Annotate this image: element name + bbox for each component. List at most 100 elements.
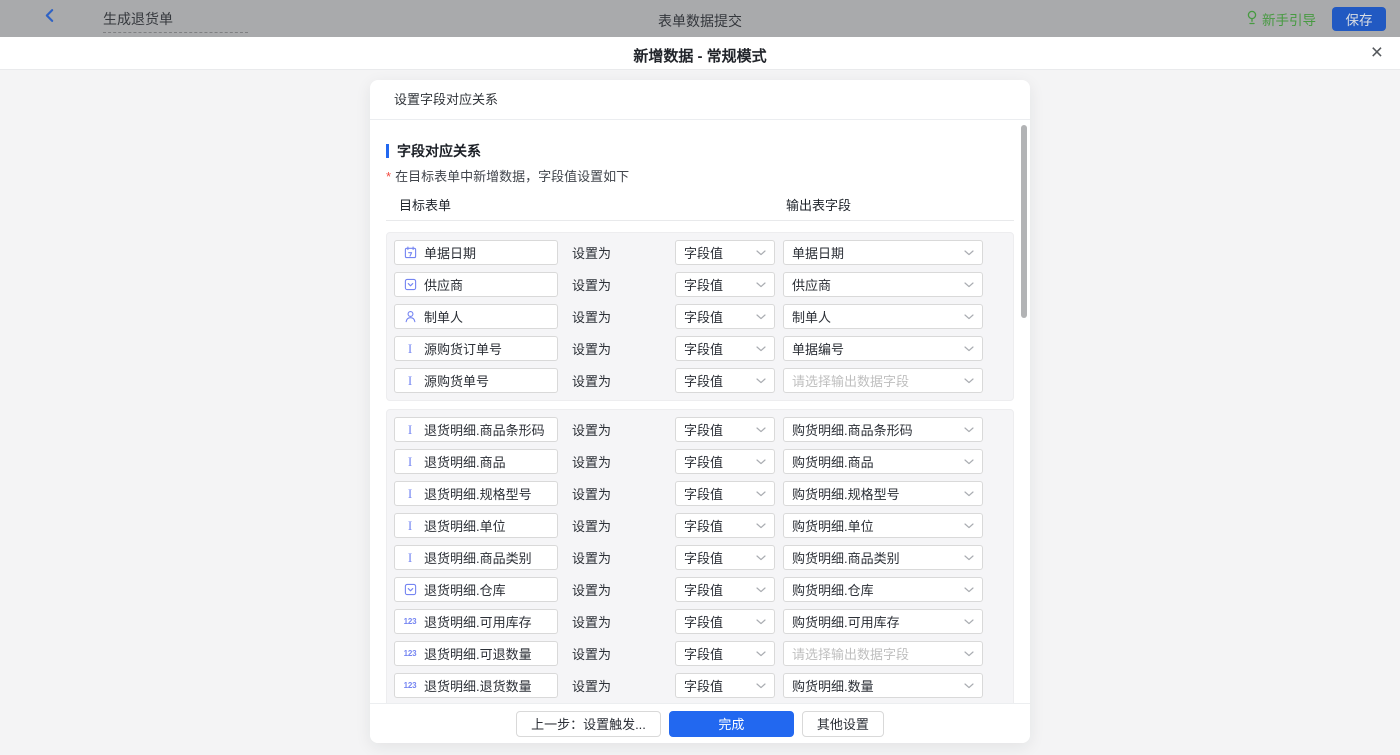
output-field-select[interactable]: 购货明细.规格型号 bbox=[783, 481, 983, 506]
set-as-label: 设置为 bbox=[572, 676, 614, 695]
target-field-label: 源购货订单号 bbox=[424, 339, 502, 358]
chevron-down-icon bbox=[756, 459, 766, 465]
value-type-select[interactable]: 字段值 bbox=[675, 304, 775, 329]
close-icon[interactable]: × bbox=[1371, 40, 1383, 66]
user-icon bbox=[403, 310, 417, 323]
output-field-select[interactable]: 购货明细.可用库存 bbox=[783, 609, 983, 634]
text-icon: I bbox=[403, 342, 417, 355]
output-field-value: 购货明细.单位 bbox=[792, 516, 874, 535]
output-field-select[interactable]: 供应商 bbox=[783, 272, 983, 297]
value-type-select[interactable]: 字段值 bbox=[675, 272, 775, 297]
set-as-label: 设置为 bbox=[572, 548, 614, 567]
output-field-select[interactable]: 购货明细.商品类别 bbox=[783, 545, 983, 570]
chevron-down-icon bbox=[964, 378, 974, 384]
output-field-select[interactable]: 购货明细.仓库 bbox=[783, 577, 983, 602]
value-type-select[interactable]: 字段值 bbox=[675, 240, 775, 265]
set-as-label: 设置为 bbox=[572, 243, 614, 262]
mapping-row: I退货明细.商品条形码设置为字段值购货明细.商品条形码 bbox=[394, 417, 1006, 442]
output-field-select[interactable]: 购货明细.单位 bbox=[783, 513, 983, 538]
chevron-down-icon bbox=[964, 555, 974, 561]
text-icon: I bbox=[403, 455, 417, 468]
value-type-select[interactable]: 字段值 bbox=[675, 449, 775, 474]
value-type-select[interactable]: 字段值 bbox=[675, 336, 775, 361]
value-type-label: 字段值 bbox=[684, 548, 723, 567]
value-type-label: 字段值 bbox=[684, 452, 723, 471]
number-icon: 123 bbox=[403, 649, 417, 658]
beginner-guide-link[interactable]: 新手引导 bbox=[1246, 9, 1316, 29]
chevron-down-icon bbox=[964, 523, 974, 529]
target-field-box: I退货明细.商品 bbox=[394, 449, 558, 474]
chevron-down-icon bbox=[756, 651, 766, 657]
value-type-select[interactable]: 字段值 bbox=[675, 577, 775, 602]
output-field-select[interactable]: 单据编号 bbox=[783, 336, 983, 361]
value-type-label: 字段值 bbox=[684, 243, 723, 262]
column-header-target: 目标表单 bbox=[399, 195, 786, 214]
target-field-label: 退货明细.可用库存 bbox=[424, 612, 532, 631]
output-field-select[interactable]: 请选择输出数据字段 bbox=[783, 641, 983, 666]
value-type-select[interactable]: 字段值 bbox=[675, 641, 775, 666]
target-field-box: 123退货明细.可用库存 bbox=[394, 609, 558, 634]
value-type-select[interactable]: 字段值 bbox=[675, 481, 775, 506]
value-type-select[interactable]: 字段值 bbox=[675, 609, 775, 634]
value-type-label: 字段值 bbox=[684, 484, 723, 503]
mapping-row: 123退货明细.可退数量设置为字段值请选择输出数据字段 bbox=[394, 641, 1006, 666]
target-field-box: I 退货明细.规格型号 bbox=[394, 481, 558, 506]
output-field-value: 供应商 bbox=[792, 275, 831, 294]
chevron-down-icon bbox=[756, 555, 766, 561]
value-type-select[interactable]: 字段值 bbox=[675, 545, 775, 570]
output-field-select[interactable]: 购货明细.商品 bbox=[783, 449, 983, 474]
chevron-down-icon bbox=[964, 346, 974, 352]
output-field-value: 制单人 bbox=[792, 307, 831, 326]
chevron-down-icon bbox=[964, 587, 974, 593]
chevron-down-icon bbox=[756, 346, 766, 352]
mapping-row: 制单人设置为字段值制单人 bbox=[394, 304, 1006, 329]
field-group: 单据日期设置为字段值单据日期供应商设置为字段值供应商制单人设置为字段值制单人I源… bbox=[386, 232, 1014, 401]
column-headers: 目标表单 输出表字段 bbox=[386, 195, 1014, 214]
chevron-down-icon bbox=[964, 282, 974, 288]
mapping-row: 单据日期设置为字段值单据日期 bbox=[394, 240, 1006, 265]
target-field-label: 退货明细.规格型号 bbox=[424, 484, 532, 503]
section-title: 字段对应关系 bbox=[386, 141, 1014, 161]
scrollbar-thumb[interactable] bbox=[1021, 125, 1027, 318]
value-type-select[interactable]: 字段值 bbox=[675, 673, 775, 698]
save-button[interactable]: 保存 bbox=[1332, 7, 1386, 31]
output-field-select[interactable]: 请选择输出数据字段 bbox=[783, 368, 983, 393]
other-settings-button[interactable]: 其他设置 bbox=[802, 711, 884, 737]
chevron-down-icon bbox=[964, 459, 974, 465]
value-type-select[interactable]: 字段值 bbox=[675, 513, 775, 538]
prev-step-button[interactable]: 上一步：设置触发... bbox=[516, 711, 661, 737]
output-field-value: 购货明细.商品类别 bbox=[792, 548, 900, 567]
set-as-label: 设置为 bbox=[572, 371, 614, 390]
target-field-label: 退货明细.可退数量 bbox=[424, 644, 532, 663]
output-field-select[interactable]: 购货明细.数量 bbox=[783, 673, 983, 698]
modal-titlebar: 新增数据 - 常规模式 × bbox=[0, 37, 1400, 70]
chevron-down-icon bbox=[756, 523, 766, 529]
card-header: 设置字段对应关系 bbox=[370, 80, 1030, 120]
target-field-label: 退货明细.商品条形码 bbox=[424, 420, 545, 439]
number-icon: 123 bbox=[403, 681, 417, 690]
target-field-box: 制单人 bbox=[394, 304, 558, 329]
text-icon: I bbox=[403, 551, 417, 564]
divider bbox=[386, 220, 1014, 221]
value-type-select[interactable]: 字段值 bbox=[675, 368, 775, 393]
value-type-label: 字段值 bbox=[684, 371, 723, 390]
output-field-select[interactable]: 单据日期 bbox=[783, 240, 983, 265]
mapping-row: I退货明细.单位设置为字段值购货明细.单位 bbox=[394, 513, 1006, 538]
target-field-box: 退货明细.仓库 bbox=[394, 577, 558, 602]
topbar-actions: 新手引导 保存 bbox=[1246, 0, 1386, 37]
set-as-label: 设置为 bbox=[572, 452, 614, 471]
chevron-down-icon bbox=[756, 314, 766, 320]
output-field-select[interactable]: 制单人 bbox=[783, 304, 983, 329]
value-type-select[interactable]: 字段值 bbox=[675, 417, 775, 442]
mapping-row: 123退货明细.可用库存设置为字段值购货明细.可用库存 bbox=[394, 609, 1006, 634]
text-icon: I bbox=[403, 487, 417, 500]
chevron-down-icon bbox=[964, 250, 974, 256]
done-button[interactable]: 完成 bbox=[669, 711, 794, 737]
output-field-value: 单据日期 bbox=[792, 243, 844, 262]
text-icon: I bbox=[403, 519, 417, 532]
value-type-label: 字段值 bbox=[684, 420, 723, 439]
output-field-select[interactable]: 购货明细.商品条形码 bbox=[783, 417, 983, 442]
output-field-value: 购货明细.可用库存 bbox=[792, 612, 900, 631]
chevron-down-icon bbox=[756, 619, 766, 625]
mapping-row: I退货明细.商品类别设置为字段值购货明细.商品类别 bbox=[394, 545, 1006, 570]
